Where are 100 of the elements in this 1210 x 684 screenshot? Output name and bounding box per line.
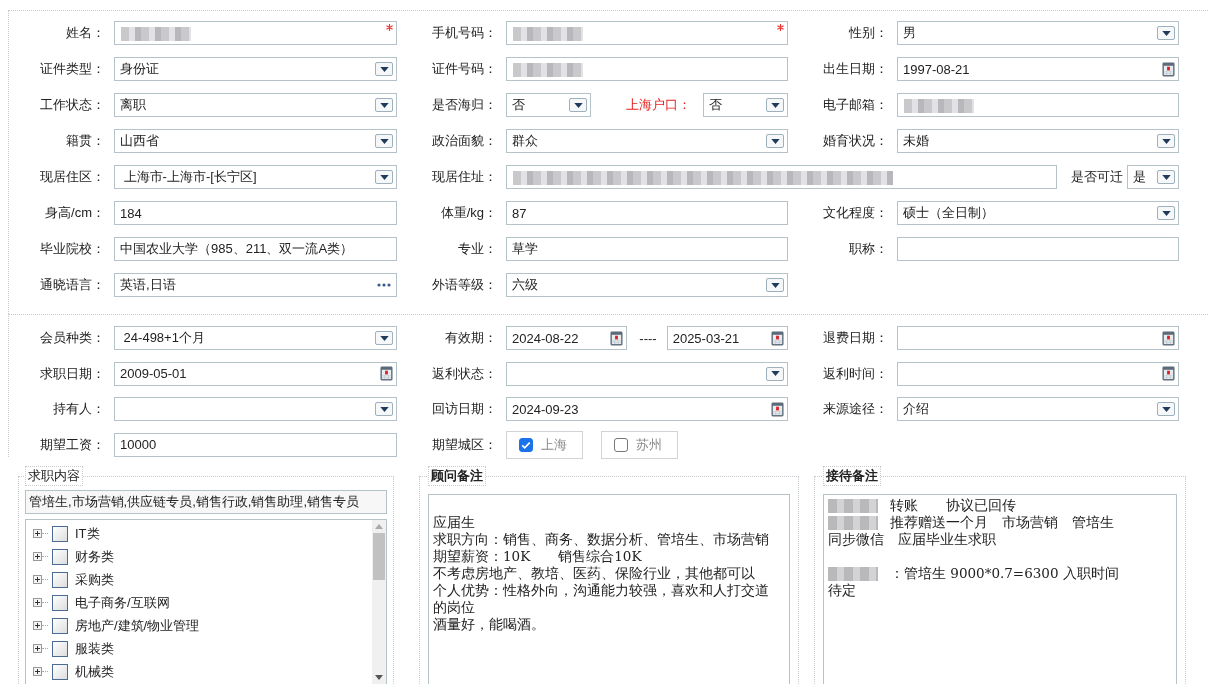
date-field[interactable]: 2009-05-01 xyxy=(114,361,397,386)
dropdown-icon[interactable] xyxy=(1157,170,1175,184)
calendar-icon[interactable] xyxy=(610,330,624,346)
select-field[interactable]: 否 xyxy=(506,93,591,117)
select-field[interactable]: 六级 xyxy=(506,273,788,297)
dropdown-icon[interactable] xyxy=(766,278,784,292)
date-field[interactable]: 2025-03-21 xyxy=(666,326,788,350)
dropdown-icon[interactable] xyxy=(766,134,784,148)
expand-icon[interactable] xyxy=(33,529,42,538)
input-field[interactable]: 87 xyxy=(506,201,788,225)
select-field[interactable] xyxy=(506,361,788,386)
scrollbar[interactable] xyxy=(372,520,386,684)
dropdown-icon[interactable] xyxy=(375,402,393,416)
note-textarea[interactable]: 转账 协议已回传 推荐赠送一个月 市场营销 管培生 同步微信 应届毕业生求职 ：管培生 9000*0.7=6300 入职时间 待定 xyxy=(823,494,1177,684)
expand-icon[interactable] xyxy=(33,552,42,561)
input-field[interactable] xyxy=(506,21,788,45)
expand-icon[interactable] xyxy=(33,598,42,607)
note-textarea[interactable]: 应届生 求职方向：销售、商务、数据分析、管培生、市场营销 期望薪资：10K 销售综合10K 不考虑房地产、教培、医药、保险行业，其他都可以 个人优势：性格外向，沟通能力较强，喜欢和人打交道 的岗位 酒量好，能喝酒。 xyxy=(428,494,790,684)
expand-icon[interactable] xyxy=(33,644,42,653)
city-option[interactable]: 上海 xyxy=(506,430,583,459)
dropdown-icon[interactable] xyxy=(1157,134,1175,148)
dropdown-icon[interactable] xyxy=(1157,402,1175,416)
checkbox[interactable] xyxy=(52,571,68,588)
tree-item[interactable]: 采购类 xyxy=(75,570,114,589)
select-field[interactable]: 男 xyxy=(897,21,1179,45)
calendar-icon[interactable] xyxy=(771,401,784,417)
field-label: 职称： xyxy=(848,240,889,258)
date-field[interactable]: 2024-09-23 xyxy=(506,397,788,421)
dropdown-icon[interactable] xyxy=(766,366,784,381)
select-field[interactable]: 上海市-上海市-[长宁区] xyxy=(114,165,397,189)
field-label: 籍贯： xyxy=(65,132,106,150)
select-field[interactable]: 离职 xyxy=(114,93,397,117)
checkbox[interactable] xyxy=(614,437,628,452)
select-field[interactable]: 山西省 xyxy=(114,129,397,153)
checkbox[interactable] xyxy=(52,525,68,542)
expand-icon[interactable] xyxy=(33,667,42,676)
checkbox[interactable] xyxy=(52,617,68,634)
field-label: 手机号码： xyxy=(431,24,498,42)
dropdown-icon[interactable] xyxy=(375,62,393,76)
dropdown-icon[interactable] xyxy=(1157,206,1175,220)
checkbox[interactable] xyxy=(52,640,68,657)
dropdown-icon[interactable] xyxy=(375,134,393,148)
dropdown-icon[interactable] xyxy=(569,98,587,112)
input-field[interactable]: 中国农业大学（985、211、双一流A类） xyxy=(114,237,397,261)
select-field[interactable]: 否 xyxy=(703,93,788,117)
input-field[interactable]: 草学 xyxy=(506,237,788,261)
input-field[interactable] xyxy=(506,165,1057,189)
field-label: 持有人： xyxy=(52,400,106,418)
tree-item[interactable]: 机械类 xyxy=(75,662,114,681)
tree-item[interactable]: 财务类 xyxy=(75,547,114,566)
input-field[interactable] xyxy=(897,237,1179,261)
select-field[interactable]: 是 xyxy=(1127,165,1179,189)
input-field[interactable] xyxy=(506,57,788,81)
scroll-down-icon[interactable] xyxy=(375,675,383,680)
category-tree[interactable]: IT类 财务类 采购类 电子商务/互联网 房地产/建筑/物业管理 服装类 机械类 xyxy=(25,519,387,684)
date-field[interactable]: 1997-08-21 xyxy=(897,57,1179,81)
checkbox[interactable] xyxy=(52,594,68,611)
input-field[interactable]: 英语,日语 xyxy=(114,273,397,297)
tree-item[interactable]: IT类 xyxy=(75,524,100,543)
select-field[interactable] xyxy=(114,397,397,421)
select-field[interactable]: 群众 xyxy=(506,129,788,153)
field-label: 证件号码： xyxy=(431,60,498,78)
select-field[interactable]: 身份证 xyxy=(114,57,397,81)
city-option[interactable]: 苏州 xyxy=(601,430,678,459)
expand-icon[interactable] xyxy=(33,621,42,630)
field-label: 有效期： xyxy=(444,329,498,347)
expand-icon[interactable] xyxy=(33,575,42,584)
select-field[interactable]: 未婚 xyxy=(897,129,1179,153)
calendar-icon[interactable] xyxy=(1162,61,1175,77)
dropdown-icon[interactable] xyxy=(1157,26,1175,40)
field-label: 现居住区： xyxy=(39,168,106,186)
select-field[interactable]: 介绍 xyxy=(897,397,1179,421)
calendar-icon[interactable] xyxy=(1162,366,1175,381)
more-icon[interactable] xyxy=(377,283,391,287)
select-field[interactable]: 24-498+1个月 xyxy=(114,326,397,350)
checkbox[interactable] xyxy=(519,437,533,452)
tree-item[interactable]: 电子商务/互联网 xyxy=(75,593,170,612)
tree-item[interactable]: 房地产/建筑/物业管理 xyxy=(75,616,200,635)
dropdown-icon[interactable] xyxy=(375,98,393,112)
calendar-icon[interactable] xyxy=(771,330,784,346)
calendar-icon[interactable] xyxy=(380,366,393,381)
field-label: 专业： xyxy=(457,240,498,258)
checkbox[interactable] xyxy=(52,548,68,565)
input-field[interactable]: 184 xyxy=(114,201,397,225)
input-field[interactable]: 10000 xyxy=(114,432,397,457)
input-field[interactable]: 管培生,市场营销,供应链专员,销售行政,销售助理,销售专员 xyxy=(25,490,387,514)
dropdown-icon[interactable] xyxy=(375,170,393,184)
note-line: 转账 协议已回传 xyxy=(890,497,1016,514)
input-field[interactable] xyxy=(897,93,1179,117)
date-field[interactable] xyxy=(897,326,1179,350)
field-label: 姓名： xyxy=(65,24,106,42)
tree-item[interactable]: 服装类 xyxy=(75,639,114,658)
select-field[interactable]: 硕士（全日制） xyxy=(897,201,1179,225)
date-field[interactable] xyxy=(897,361,1179,386)
checkbox[interactable] xyxy=(52,663,68,680)
input-field[interactable] xyxy=(114,21,397,45)
calendar-icon[interactable] xyxy=(1162,330,1175,346)
date-field[interactable]: 2024-08-22 xyxy=(506,326,628,350)
dropdown-icon[interactable] xyxy=(375,331,393,345)
dropdown-icon[interactable] xyxy=(766,98,784,112)
